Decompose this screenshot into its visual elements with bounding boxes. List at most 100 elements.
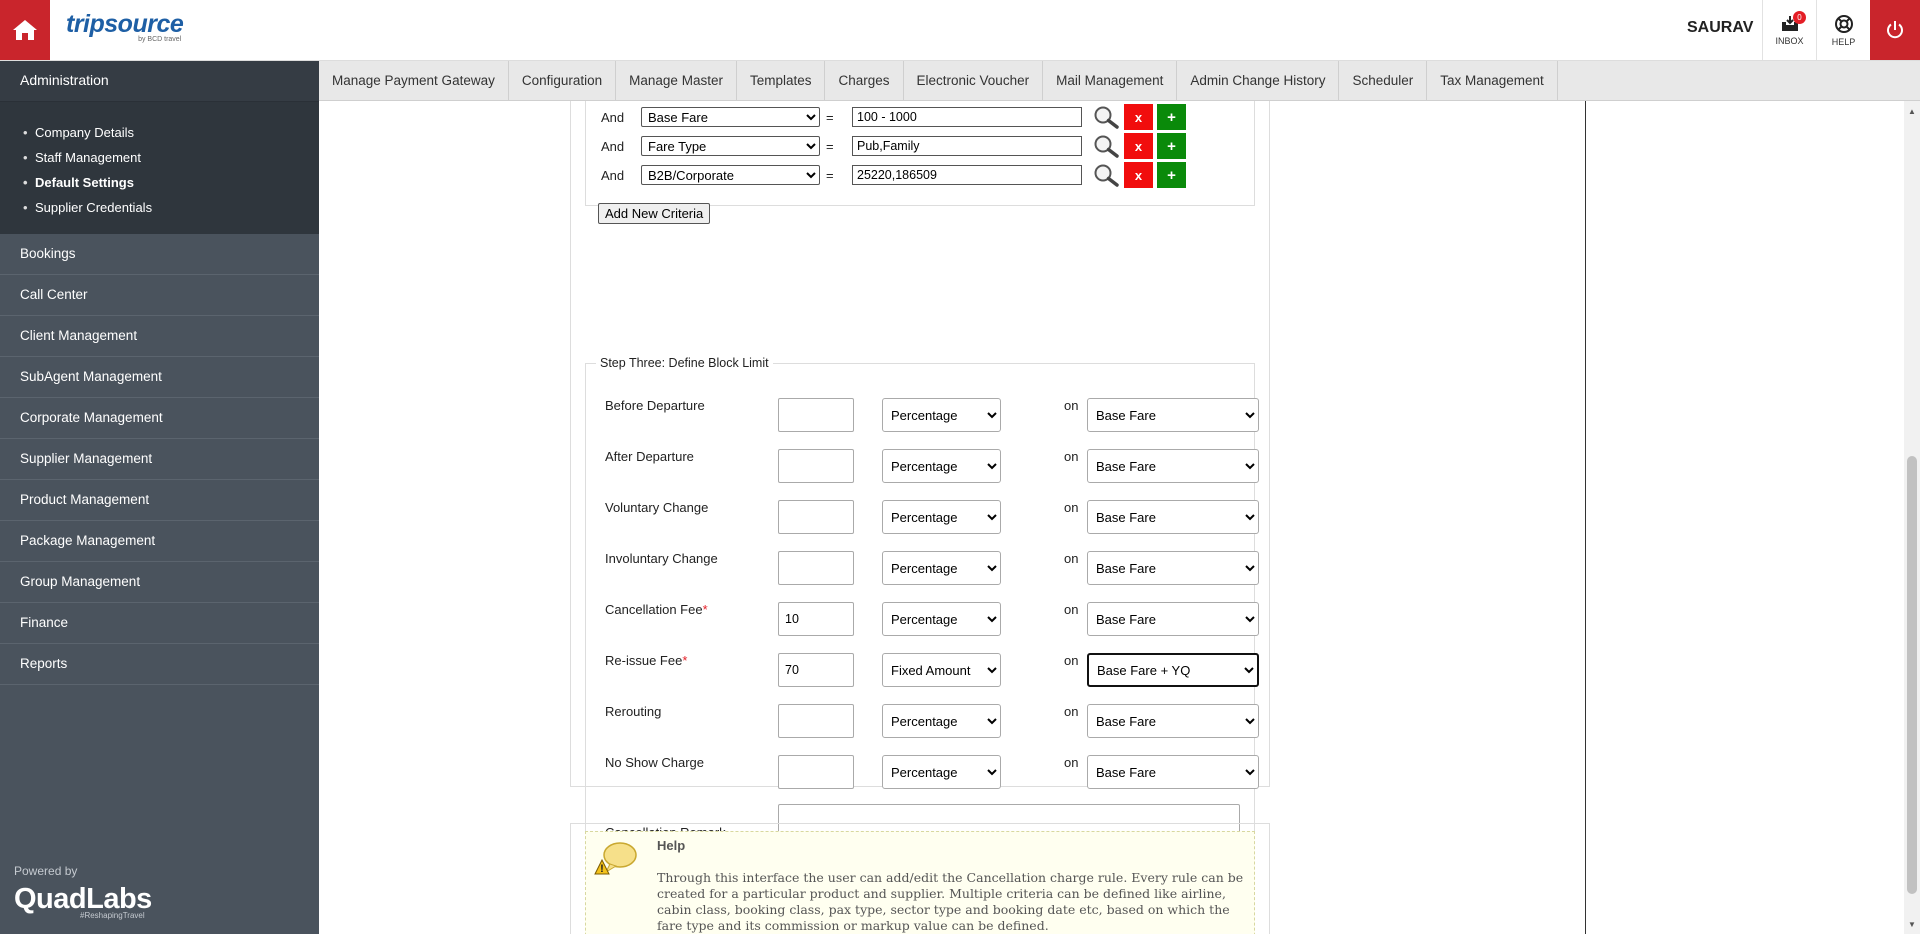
tab-charges[interactable]: Charges — [825, 61, 904, 101]
tab-manage-master[interactable]: Manage Master — [616, 61, 737, 101]
on-label: on — [1064, 755, 1079, 770]
criteria-search-button[interactable] — [1091, 162, 1121, 188]
home-button[interactable] — [0, 0, 50, 60]
tab-mail-management[interactable]: Mail Management — [1043, 61, 1178, 101]
submenu-item-staff-management[interactable]: Staff Management — [20, 145, 319, 170]
scroll-up-arrow[interactable]: ▲ — [1904, 105, 1920, 117]
on-label: on — [1064, 398, 1079, 413]
sidebar-item-package-management[interactable]: Package Management — [0, 521, 319, 562]
limit-value-input[interactable] — [778, 398, 854, 432]
submenu-item-supplier-credentials[interactable]: Supplier Credentials — [20, 195, 319, 220]
sidebar-item-subagent-management[interactable]: SubAgent Management — [0, 357, 319, 398]
on-label: on — [1064, 704, 1079, 719]
tab-scheduler[interactable]: Scheduler — [1339, 61, 1428, 101]
tab-tax-management[interactable]: Tax Management — [1427, 61, 1558, 101]
tripsource-logo[interactable]: tripsource by BCD travel — [66, 10, 184, 43]
limit-base-select[interactable]: Base Fare — [1087, 755, 1259, 789]
add-criteria-button[interactable]: + — [1157, 133, 1186, 159]
limit-base-select[interactable]: Base Fare — [1087, 704, 1259, 738]
limit-base-select[interactable]: Base Fare — [1087, 449, 1259, 483]
block-limit-row: Cancellation Fee* Percentage on Base Far… — [605, 602, 1259, 636]
limit-type-select[interactable]: Percentage — [882, 755, 1001, 789]
administration-submenu: Company Details Staff Management Default… — [0, 102, 319, 234]
row-label: Before Departure — [605, 398, 705, 413]
limit-type-select[interactable]: Fixed Amount — [882, 653, 1001, 687]
power-icon — [1887, 21, 1903, 39]
block-limit-row: No Show Charge Percentage on Base Fare — [605, 755, 1259, 789]
limit-value-input[interactable] — [778, 449, 854, 483]
criteria-operator: = — [826, 109, 834, 125]
criteria-field-select[interactable]: Base Fare — [641, 107, 820, 127]
remove-criteria-button[interactable]: x — [1124, 104, 1153, 130]
on-label: on — [1064, 653, 1079, 668]
limit-base-select[interactable]: Base Fare — [1087, 398, 1259, 432]
tab-electronic-voucher[interactable]: Electronic Voucher — [904, 61, 1044, 101]
limit-type-select[interactable]: Percentage — [882, 602, 1001, 636]
submenu-item-company-details[interactable]: Company Details — [20, 120, 319, 145]
scroll-down-arrow[interactable]: ▼ — [1904, 918, 1920, 930]
tab-templates[interactable]: Templates — [737, 61, 826, 101]
tab-admin-change-history[interactable]: Admin Change History — [1177, 61, 1340, 101]
limit-value-input[interactable] — [778, 602, 854, 636]
limit-type-select[interactable]: Percentage — [882, 551, 1001, 585]
limit-base-select[interactable]: Base Fare — [1087, 602, 1259, 636]
logout-button[interactable] — [1870, 0, 1920, 60]
remove-criteria-button[interactable]: x — [1124, 162, 1153, 188]
sidebar-item-administration[interactable]: Administration — [0, 61, 319, 102]
inbox-label: INBOX — [1775, 35, 1804, 46]
inbox-button[interactable]: 0 INBOX — [1762, 0, 1816, 60]
criteria-field-select[interactable]: Fare Type — [641, 136, 820, 156]
powered-by-label: Powered by — [14, 864, 78, 878]
tab-configuration[interactable]: Configuration — [509, 61, 617, 101]
svg-text:!: ! — [600, 863, 604, 875]
limit-value-input[interactable] — [778, 755, 854, 789]
sidebar: Administration Company Details Staff Man… — [0, 61, 319, 934]
criteria-field-select[interactable]: B2B/Corporate — [641, 165, 820, 185]
logo-text: tripsource — [66, 10, 184, 38]
row-label: Rerouting — [605, 704, 662, 719]
limit-base-select[interactable]: Base Fare — [1087, 500, 1259, 534]
cancellation-rule-panel: And Base Fare = x + And Fare Type = x — [570, 101, 1270, 869]
add-criteria-button[interactable]: + — [1157, 104, 1186, 130]
criteria-row: And Fare Type = x + — [601, 133, 1186, 159]
limit-value-input[interactable] — [778, 653, 854, 687]
criteria-search-button[interactable] — [1091, 104, 1121, 130]
criteria-search-button[interactable] — [1091, 133, 1121, 159]
add-new-criteria-button[interactable]: Add New Criteria — [598, 203, 711, 224]
sidebar-item-corporate-management[interactable]: Corporate Management — [0, 398, 319, 439]
magnifier-icon — [1094, 106, 1119, 129]
user-name[interactable]: SAURAV — [1687, 19, 1753, 37]
limit-type-select[interactable]: Percentage — [882, 449, 1001, 483]
criteria-operator: = — [826, 138, 834, 154]
limit-value-input[interactable] — [778, 500, 854, 534]
sidebar-item-supplier-management[interactable]: Supplier Management — [0, 439, 319, 480]
sidebar-item-bookings[interactable]: Bookings — [0, 234, 319, 275]
limit-type-select[interactable]: Percentage — [882, 500, 1001, 534]
criteria-value-input[interactable] — [852, 107, 1082, 127]
add-criteria-button[interactable]: + — [1157, 162, 1186, 188]
sidebar-item-reports[interactable]: Reports — [0, 644, 319, 685]
page-scrollbar[interactable]: ▲ ▼ — [1904, 101, 1920, 934]
help-button[interactable]: HELP — [1816, 0, 1870, 60]
sidebar-item-finance[interactable]: Finance — [0, 603, 319, 644]
limit-value-input[interactable] — [778, 704, 854, 738]
limit-base-select[interactable]: Base Fare + YQ — [1087, 653, 1259, 687]
tab-manage-payment-gateway[interactable]: Manage Payment Gateway — [319, 61, 509, 101]
limit-type-select[interactable]: Percentage — [882, 398, 1001, 432]
sidebar-item-product-management[interactable]: Product Management — [0, 480, 319, 521]
inbox-count-badge: 0 — [1793, 11, 1806, 24]
criteria-row: And B2B/Corporate = x + — [601, 162, 1186, 188]
criteria-value-input[interactable] — [852, 165, 1082, 185]
limit-type-select[interactable]: Percentage — [882, 704, 1001, 738]
help-panel: ! Help Through this interface the user c… — [570, 823, 1270, 934]
sidebar-item-call-center[interactable]: Call Center — [0, 275, 319, 316]
submenu-item-default-settings[interactable]: Default Settings — [20, 170, 319, 195]
sidebar-item-group-management[interactable]: Group Management — [0, 562, 319, 603]
limit-base-select[interactable]: Base Fare — [1087, 551, 1259, 585]
remove-criteria-button[interactable]: x — [1124, 133, 1153, 159]
limit-value-input[interactable] — [778, 551, 854, 585]
scrollbar-thumb[interactable] — [1907, 456, 1917, 894]
sidebar-item-client-management[interactable]: Client Management — [0, 316, 319, 357]
criteria-value-input[interactable] — [852, 136, 1082, 156]
row-label: After Departure — [605, 449, 694, 464]
